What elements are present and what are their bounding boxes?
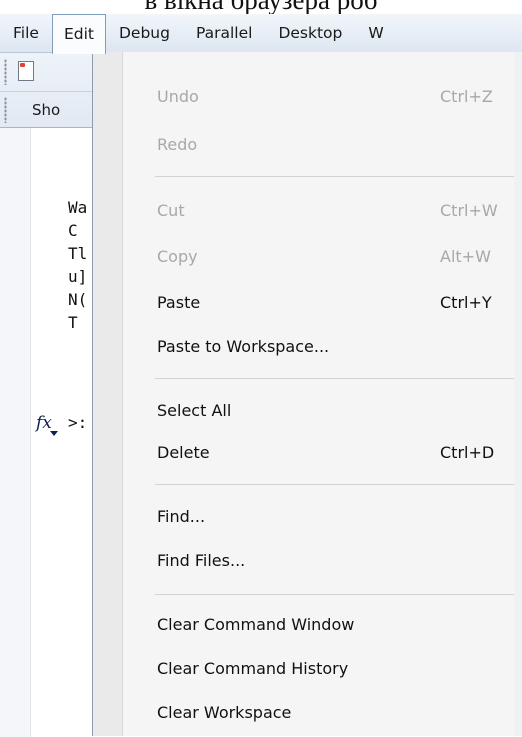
menu-item-redo[interactable]: Redo [124,126,522,164]
command-line: Wa [68,198,88,217]
menu-desktop[interactable]: Desktop [265,14,355,52]
menu-bar: File Edit Debug Parallel Desktop W [0,14,522,54]
menu-item-label: Copy [157,247,198,266]
shortcuts-grip[interactable] [4,97,7,123]
toolbar-grip[interactable] [4,59,7,85]
menu-item-shortcut: Ctrl+Z [440,87,493,106]
menu-item-shortcut: Ctrl+W [440,201,498,220]
menu-item-cut[interactable]: Cut Ctrl+W [124,192,522,230]
menu-window[interactable]: W [355,14,396,52]
menu-item-shortcut: Ctrl+D [440,443,495,462]
menu-item-clear-command-history[interactable]: Clear Command History [124,650,522,688]
menu-item-label: Cut [157,201,185,220]
command-line: C [68,221,78,240]
menu-parallel[interactable]: Parallel [183,14,265,52]
new-file-icon[interactable] [18,61,34,81]
menu-item-label: Find Files... [157,551,246,570]
menu-item-clear-command-window[interactable]: Clear Command Window [124,606,522,644]
menu-item-clear-workspace[interactable]: Clear Workspace [124,694,522,732]
menu-item-label: Redo [157,135,198,154]
menu-item-label: Clear Workspace [157,703,292,722]
menu-item-undo[interactable]: Undo Ctrl+Z [124,78,522,116]
menu-separator [155,594,522,595]
menu-item-shortcut: Ctrl+Y [440,293,492,312]
menu-item-paste[interactable]: Paste Ctrl+Y [124,284,522,322]
menu-icon-gutter [93,52,123,736]
command-window[interactable]: Wa C Tl u] N( T fx >: [0,127,92,737]
shortcuts-label[interactable]: Sho [32,93,60,127]
command-prompt[interactable]: >: [68,413,87,432]
menu-item-label: Paste to Workspace... [157,337,330,356]
menu-item-label: Undo [157,87,199,106]
menu-item-label: Select All [157,401,232,420]
command-line: Tl [68,244,88,263]
menu-item-find[interactable]: Find... [124,498,522,536]
menu-separator [155,378,522,379]
caption-text: в вікна браузера роб [0,0,522,14]
toolbar: Sho [0,53,92,127]
menu-separator [155,176,522,177]
menu-item-copy[interactable]: Copy Alt+W [124,238,522,276]
menu-item-label: Clear Command Window [157,615,355,634]
menu-item-select-all[interactable]: Select All [124,392,522,430]
command-line: T [68,313,78,332]
menu-item-paste-to-workspace[interactable]: Paste to Workspace... [124,328,522,366]
menu-separator [155,484,522,485]
menu-item-find-files[interactable]: Find Files... [124,542,522,580]
menu-item-label: Paste [157,293,201,312]
edit-menu-dropdown: Undo Ctrl+Z Redo Cut Ctrl+W Copy Alt+W P… [92,52,522,736]
menu-file[interactable]: File [0,14,52,52]
toolbar-divider [0,91,92,92]
menu-item-label: Clear Command History [157,659,349,678]
menu-item-label: Find... [157,507,206,526]
window-edge [514,52,522,736]
menu-item-shortcut: Alt+W [440,247,491,266]
command-line: N( [68,290,88,309]
command-line: u] [68,267,88,286]
menu-edit[interactable]: Edit [51,14,106,54]
menu-item-label: Delete [157,443,210,462]
menu-item-delete[interactable]: Delete Ctrl+D [124,434,522,472]
menu-debug[interactable]: Debug [106,14,183,52]
command-window-margin [0,128,31,737]
fx-icon[interactable]: fx [36,413,58,436]
